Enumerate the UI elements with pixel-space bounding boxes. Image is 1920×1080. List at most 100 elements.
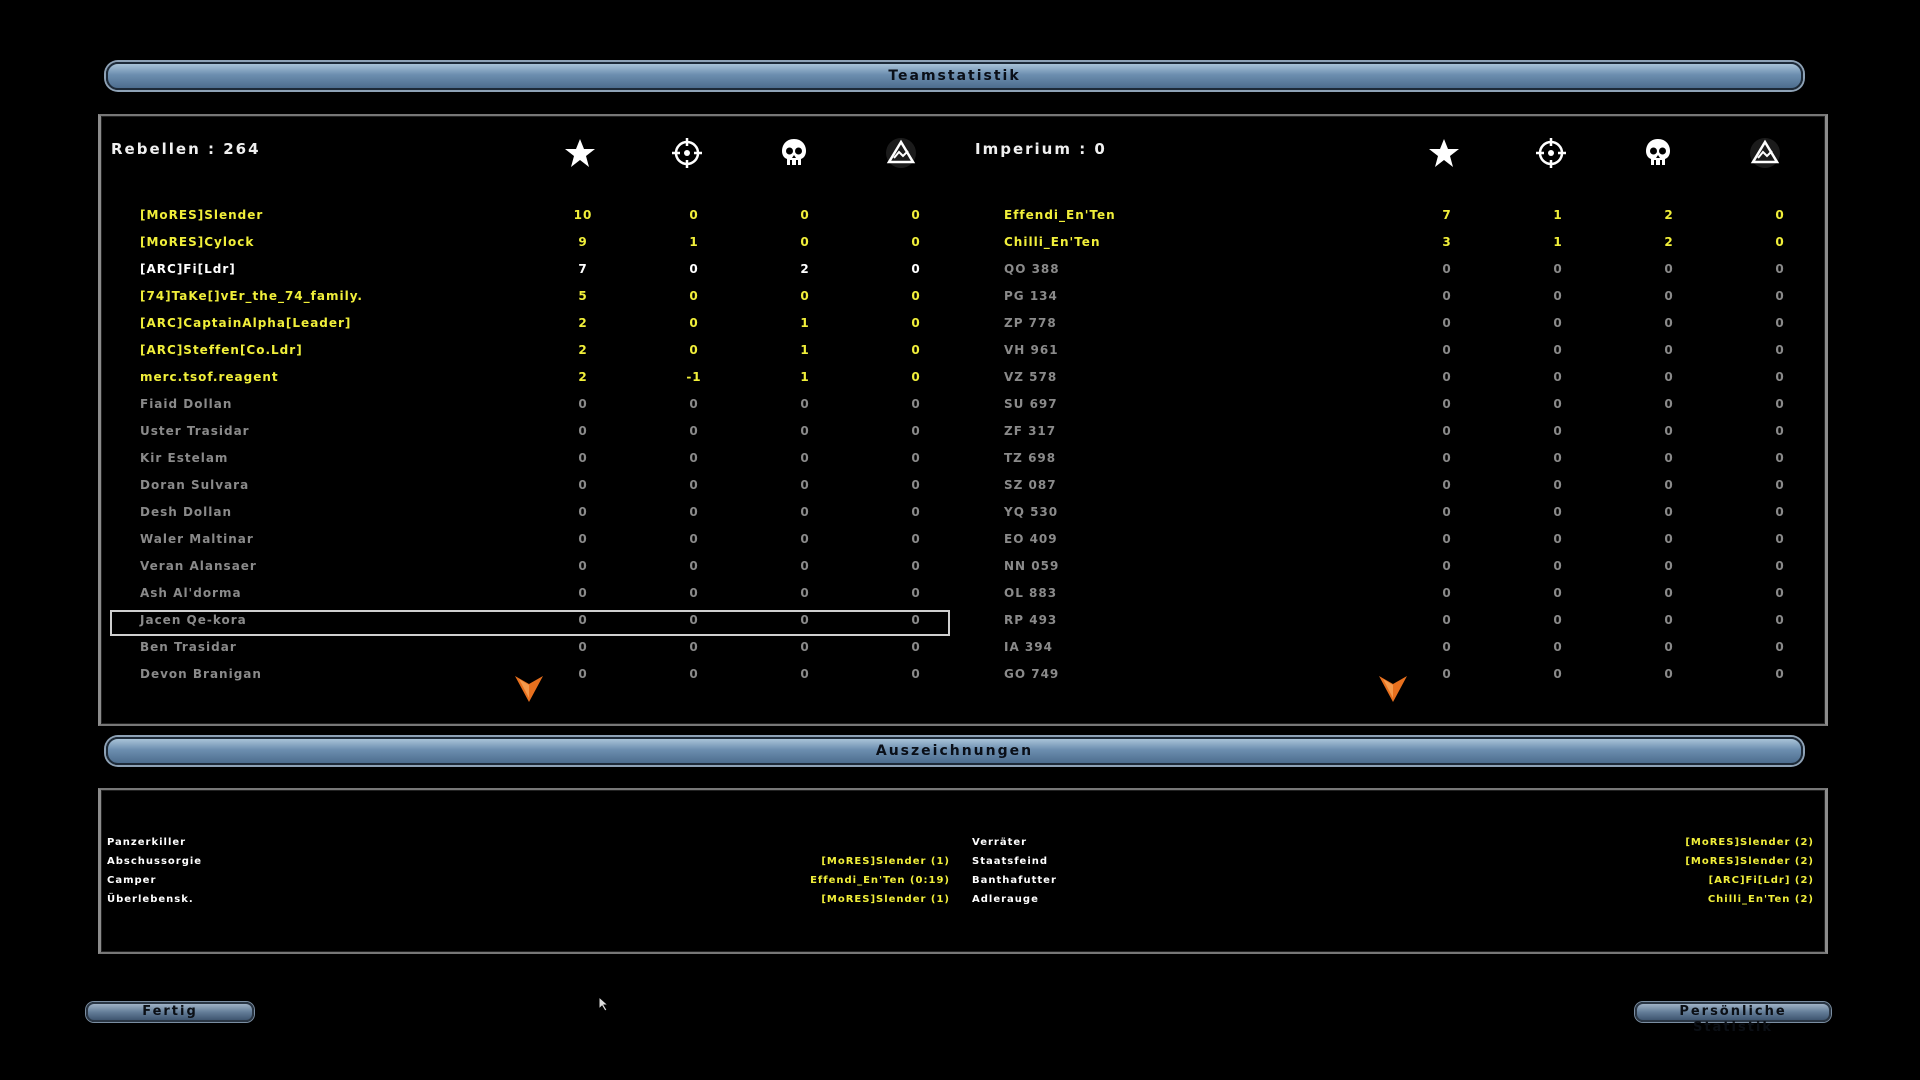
player-score: 0 — [1442, 559, 1452, 573]
player-deaths: 0 — [1664, 559, 1674, 573]
player-team-kills: 0 — [1553, 343, 1563, 357]
personal-stats-button[interactable]: Persönliche Statistik — [1635, 1002, 1831, 1035]
player-name: Chilli_En'Ten — [1004, 235, 1101, 249]
player-name: ZP 778 — [1004, 316, 1057, 330]
player-score: 0 — [1442, 640, 1452, 654]
player-row[interactable]: Chilli_En'Ten 3 1 2 0 — [0, 230, 1920, 254]
player-row[interactable]: GO 749 0 0 0 0 — [0, 662, 1920, 686]
star-icon — [1427, 136, 1461, 170]
player-deaths: 0 — [1664, 424, 1674, 438]
award-label: Panzerkiller — [107, 837, 187, 848]
teamstatistik-header: Teamstatistik — [106, 62, 1803, 90]
player-deaths: 0 — [1664, 586, 1674, 600]
player-deaths: 0 — [1664, 289, 1674, 303]
player-vehicle-kills: 0 — [1775, 559, 1785, 573]
player-row[interactable]: ZF 317 0 0 0 0 — [0, 419, 1920, 443]
rebels-team-title: Rebellen : 264 — [111, 140, 261, 158]
player-deaths: 0 — [1664, 667, 1674, 681]
player-deaths: 0 — [1664, 262, 1674, 276]
player-deaths: 0 — [1664, 613, 1674, 627]
award-winner: [ARC]Fi[Ldr] (2) — [1708, 875, 1814, 886]
vehicle-destroyed-icon — [1748, 136, 1782, 170]
empire-team-title: Imperium : 0 — [975, 140, 1107, 158]
auszeichnungen-header: Auszeichnungen — [106, 737, 1803, 765]
player-vehicle-kills: 0 — [1775, 478, 1785, 492]
player-row[interactable]: TZ 698 0 0 0 0 — [0, 446, 1920, 470]
player-score: 3 — [1442, 235, 1452, 249]
player-team-kills: 0 — [1553, 262, 1563, 276]
player-name: GO 749 — [1004, 667, 1060, 681]
skull-icon — [777, 136, 811, 170]
player-vehicle-kills: 0 — [1775, 370, 1785, 384]
award-label: Verräter — [972, 837, 1028, 848]
done-button[interactable]: Fertig — [86, 1002, 254, 1022]
player-score: 0 — [1442, 262, 1452, 276]
player-team-kills: 0 — [1553, 667, 1563, 681]
player-vehicle-kills: 0 — [1775, 424, 1785, 438]
award-label: Banthafutter — [972, 875, 1057, 886]
player-row[interactable]: PG 134 0 0 0 0 — [0, 284, 1920, 308]
player-name: ZF 317 — [1004, 424, 1057, 438]
player-row[interactable]: SZ 087 0 0 0 0 — [0, 473, 1920, 497]
player-name: SZ 087 — [1004, 478, 1057, 492]
award-label: Abschussorgie — [107, 856, 203, 867]
player-score: 0 — [1442, 316, 1452, 330]
player-team-kills: 0 — [1553, 451, 1563, 465]
player-row[interactable]: YQ 530 0 0 0 0 — [0, 500, 1920, 524]
player-score: 0 — [1442, 289, 1452, 303]
player-deaths: 0 — [1664, 397, 1674, 411]
player-name: Effendi_En'Ten — [1004, 208, 1116, 222]
player-vehicle-kills: 0 — [1775, 532, 1785, 546]
award-label: Camper — [107, 875, 157, 886]
player-team-kills: 0 — [1553, 505, 1563, 519]
player-score: 0 — [1442, 451, 1452, 465]
star-icon — [563, 136, 597, 170]
player-team-kills: 0 — [1553, 586, 1563, 600]
player-row[interactable]: VH 961 0 0 0 0 — [0, 338, 1920, 362]
player-row[interactable]: SU 697 0 0 0 0 — [0, 392, 1920, 416]
player-name: YQ 530 — [1004, 505, 1059, 519]
player-row[interactable]: ZP 778 0 0 0 0 — [0, 311, 1920, 335]
player-row[interactable]: OL 883 0 0 0 0 — [0, 581, 1920, 605]
player-deaths: 0 — [1664, 451, 1674, 465]
player-team-kills: 0 — [1553, 424, 1563, 438]
player-name: VZ 578 — [1004, 370, 1058, 384]
player-deaths: 0 — [1664, 505, 1674, 519]
player-vehicle-kills: 0 — [1775, 613, 1785, 627]
crosshair-icon — [1534, 136, 1568, 170]
player-team-kills: 1 — [1553, 235, 1563, 249]
player-row[interactable]: NN 059 0 0 0 0 — [0, 554, 1920, 578]
player-vehicle-kills: 0 — [1775, 640, 1785, 654]
player-name: PG 134 — [1004, 289, 1058, 303]
player-vehicle-kills: 0 — [1775, 586, 1785, 600]
player-row[interactable]: RP 493 0 0 0 0 — [0, 608, 1920, 632]
player-vehicle-kills: 0 — [1775, 289, 1785, 303]
rebels-scroll-down-arrow[interactable] — [515, 676, 543, 702]
player-name: SU 697 — [1004, 397, 1058, 411]
player-name: EO 409 — [1004, 532, 1058, 546]
player-deaths: 0 — [1664, 532, 1674, 546]
player-row[interactable]: EO 409 0 0 0 0 — [0, 527, 1920, 551]
player-deaths: 0 — [1664, 370, 1674, 384]
player-name: IA 394 — [1004, 640, 1053, 654]
player-vehicle-kills: 0 — [1775, 208, 1785, 222]
player-score: 0 — [1442, 424, 1452, 438]
player-vehicle-kills: 0 — [1775, 262, 1785, 276]
player-vehicle-kills: 0 — [1775, 316, 1785, 330]
skull-icon — [1641, 136, 1675, 170]
empire-scroll-down-arrow[interactable] — [1379, 676, 1407, 702]
award-label: Staatsfeind — [972, 856, 1049, 867]
player-team-kills: 1 — [1553, 208, 1563, 222]
player-vehicle-kills: 0 — [1775, 235, 1785, 249]
player-row[interactable]: IA 394 0 0 0 0 — [0, 635, 1920, 659]
player-team-kills: 0 — [1553, 478, 1563, 492]
player-row[interactable]: VZ 578 0 0 0 0 — [0, 365, 1920, 389]
player-team-kills: 0 — [1553, 532, 1563, 546]
player-vehicle-kills: 0 — [1775, 451, 1785, 465]
player-score: 0 — [1442, 343, 1452, 357]
player-team-kills: 0 — [1553, 559, 1563, 573]
award-winner: [MoRES]Slender (2) — [1685, 837, 1814, 848]
player-row[interactable]: Effendi_En'Ten 7 1 2 0 — [0, 203, 1920, 227]
vehicle-destroyed-icon — [884, 136, 918, 170]
player-row[interactable]: QO 388 0 0 0 0 — [0, 257, 1920, 281]
